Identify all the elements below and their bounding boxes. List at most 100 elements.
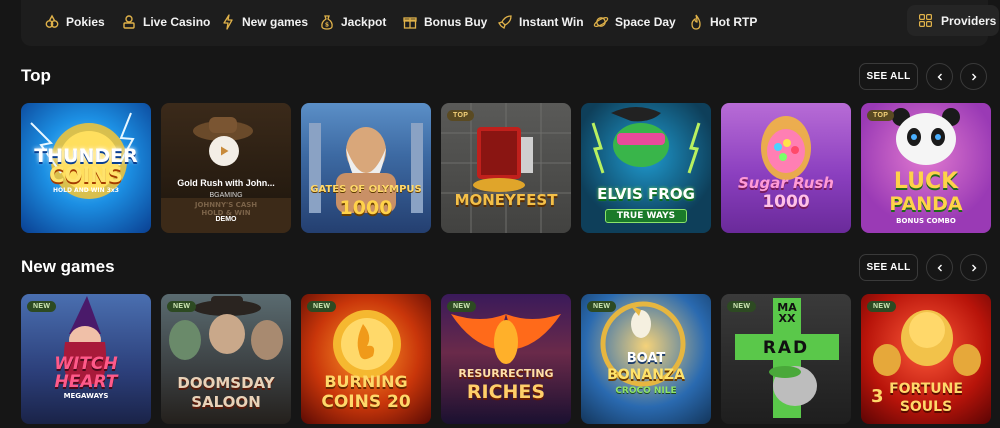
game-logo-line3: MEGAWAYS [63, 392, 109, 400]
top-badge: TOP [447, 110, 475, 121]
chevron-left-icon [937, 264, 942, 271]
chevron-right-icon [971, 73, 976, 80]
svg-text:$: $ [325, 22, 329, 29]
game-logo-line1: BOAT [626, 351, 666, 366]
game-logo-line2: COINS [49, 163, 123, 187]
game-tile-witch-heart[interactable]: NEW WITCH HEART MEGAWAYS [21, 294, 151, 424]
section-title-top: Top [21, 66, 51, 85]
game-title: Gold Rush with John... [177, 178, 275, 188]
game-logo-line2: SOULS [899, 399, 953, 415]
prev-arrow-button[interactable] [926, 254, 953, 281]
nav-item-instant-win[interactable]: Instant Win [497, 12, 584, 32]
section-title-new-games: New games [21, 257, 115, 276]
grid-icon [919, 14, 932, 27]
game-logo-line3: HOLD AND WIN 3x3 [53, 187, 119, 194]
rocket-icon [497, 15, 512, 30]
new-badge: NEW [307, 301, 337, 312]
new-badge: NEW [587, 301, 617, 312]
nav-item-bonus-buy[interactable]: Bonus Buy [402, 12, 487, 32]
play-button[interactable] [209, 136, 239, 166]
nav-item-label: Pokies [66, 15, 105, 29]
game-logo-line2: MAXX [777, 301, 797, 325]
category-nav: Pokies Live Casino New games $ Jackpot B… [21, 0, 999, 46]
game-logo-line1: ELVIS FROG [597, 185, 695, 203]
lightning-icon [223, 14, 233, 30]
nav-item-pokies[interactable]: Pokies [44, 12, 105, 32]
game-tile-gold-rush[interactable]: Gold Rush with John... BGAMING JOHNNY'S … [161, 103, 291, 233]
game-logo-line1: DOOMSDAY [177, 374, 275, 392]
top-badge: TOP [867, 110, 895, 121]
next-arrow-button[interactable] [960, 63, 987, 90]
chevron-left-icon [937, 73, 942, 80]
nav-item-hot-rtp[interactable]: Hot RTP [688, 12, 757, 32]
game-logo-line1: BURNING [324, 372, 408, 391]
flame-icon [691, 14, 701, 30]
nav-item-live-casino[interactable]: Live Casino [121, 12, 210, 32]
game-logo-line1: Sugar Rush [738, 174, 834, 192]
game-logo-line1: RAD [762, 338, 810, 358]
new-badge: NEW [867, 301, 897, 312]
game-tile-burning-coins[interactable]: NEW BURNING COINS 20 [301, 294, 431, 424]
game-logo-line2: SALOON [191, 393, 261, 411]
game-logo-line2: TRUE WAYS [605, 209, 687, 223]
game-tile-boat-bonanza[interactable]: NEW BOAT BONANZA CROCO NILE [581, 294, 711, 424]
see-all-button[interactable]: SEE ALL [859, 254, 918, 281]
providers-button[interactable]: Providers [907, 5, 999, 36]
game-tile-elvis-frog[interactable]: ELVIS FROG TRUE WAYS [581, 103, 711, 233]
pokies-icon [45, 14, 59, 28]
new-badge: NEW [447, 301, 477, 312]
nav-item-label: Live Casino [143, 15, 211, 29]
new-badge: NEW [167, 301, 197, 312]
game-logo-line3: BONUS COMBO [896, 217, 956, 225]
game-logo-line1: LUCK [893, 169, 959, 194]
game-logo-line2: 1000 [339, 197, 393, 219]
next-arrow-button[interactable] [960, 254, 987, 281]
game-provider: BGAMING [209, 192, 243, 199]
chevron-right-icon [971, 264, 976, 271]
demo-button[interactable]: DEMO [161, 216, 291, 223]
game-logo-line1: GATES OF OLYMPUS [310, 184, 422, 195]
game-logo-line1: RESURRECTING [458, 367, 554, 380]
nav-item-new-games[interactable]: New games [220, 12, 308, 32]
nav-item-jackpot[interactable]: $ Jackpot [319, 12, 386, 32]
resurrecting-riches-artwork [451, 314, 561, 364]
game-logo-line2: BONANZA [607, 367, 685, 383]
sugar-rush-artwork [761, 116, 811, 180]
game-tile-rad-maxx[interactable]: NEW RAD MAXX [721, 294, 851, 424]
providers-label: Providers [941, 13, 997, 28]
game-tile-gates-of-olympus[interactable]: GATES OF OLYMPUS 1000 [301, 103, 431, 233]
game-tile-doomsday-saloon[interactable]: NEW DOOMSDAY SALOON [161, 294, 291, 424]
game-tile-thunder-coins[interactable]: THUNDER COINS HOLD AND WIN 3x3 [21, 103, 151, 233]
moneyfest-artwork [441, 103, 571, 233]
game-logo-line2: COINS 20 [321, 392, 411, 412]
see-all-button[interactable]: SEE ALL [859, 63, 918, 90]
game-tile-luck-of-panda[interactable]: TOP LUCK PANDA BONUS COMBO [861, 103, 991, 233]
money-bag-icon: $ [321, 15, 333, 30]
game-logo-line1: FORTUNE [889, 381, 963, 397]
nav-item-label: New games [242, 15, 309, 29]
game-tile-resurrecting-riches[interactable]: NEW RESURRECTING RICHES [441, 294, 571, 424]
game-logo-line1: MONEYFEST [454, 191, 558, 209]
game-tile-sugar-rush[interactable]: Sugar Rush 1000 [721, 103, 851, 233]
new-badge: NEW [727, 301, 757, 312]
planet-icon [593, 17, 609, 27]
nav-item-space-day[interactable]: Space Day [593, 12, 676, 32]
nav-item-label: Bonus Buy [424, 15, 488, 29]
game-logo-line2: HEART [54, 372, 118, 392]
gift-icon [403, 17, 417, 29]
game-logo-line2: 1000 [762, 192, 810, 212]
game-logo-line1: JOHNNY'S CASH [194, 201, 258, 209]
nav-item-label: Jackpot [341, 15, 387, 29]
new-badge: NEW [27, 301, 57, 312]
live-casino-icon [123, 15, 135, 29]
game-logo-line2: PANDA [889, 193, 963, 215]
play-icon [221, 146, 229, 156]
game-logo-line2: RICHES [466, 381, 546, 403]
game-logo-line1: WITCH [54, 354, 118, 374]
game-tile-3-fortune-souls[interactable]: 3 NEW FORTUNE SOULS [861, 294, 991, 424]
nav-item-label: Hot RTP [710, 15, 758, 29]
prev-arrow-button[interactable] [926, 63, 953, 90]
game-tile-moneyfest[interactable]: TOP MONEYFEST [441, 103, 571, 233]
nav-item-label: Space Day [615, 15, 676, 29]
game-logo-line3: CROCO NILE [615, 386, 677, 396]
